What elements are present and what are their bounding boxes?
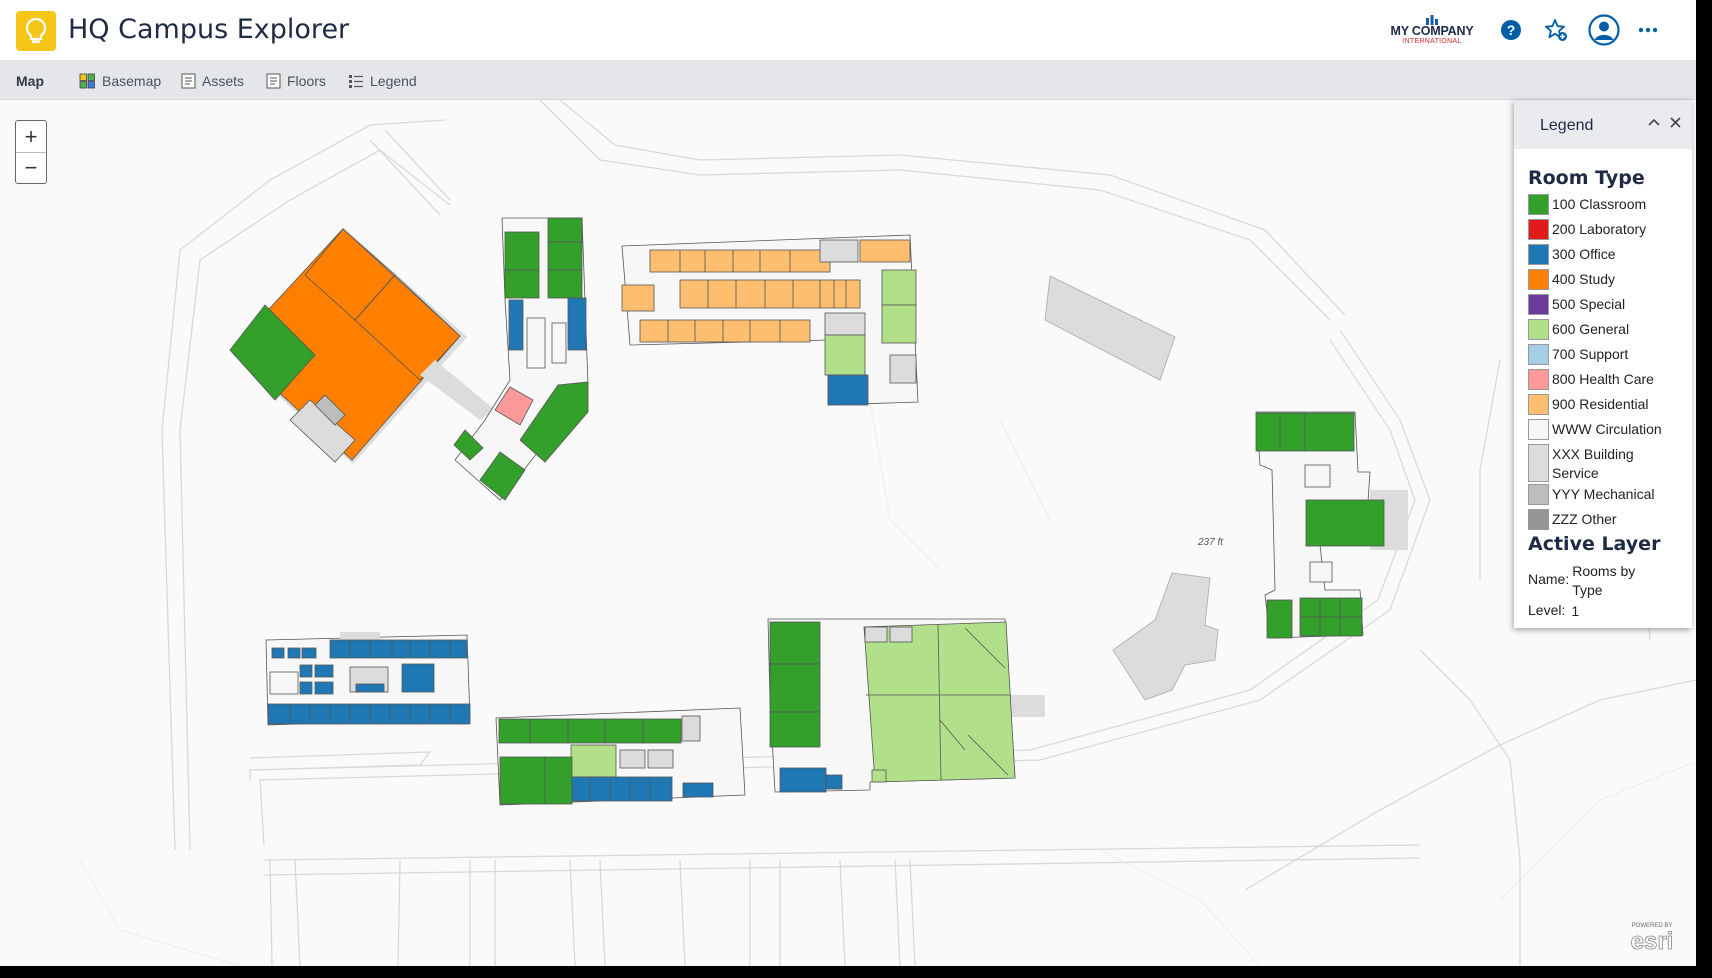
legend-item-label: 700 Support bbox=[1552, 346, 1629, 362]
legend-list-icon bbox=[349, 75, 363, 88]
legend-item: 400 Study bbox=[1528, 269, 1688, 293]
legend-item-label: WWW Circulation bbox=[1552, 421, 1662, 437]
floors-label: Floors bbox=[287, 73, 326, 89]
active-layer-level-key: Level: bbox=[1528, 602, 1566, 618]
zoom-out-button[interactable]: − bbox=[16, 152, 46, 183]
building-d[interactable] bbox=[1044, 275, 1176, 381]
legend-item: 900 Residential bbox=[1528, 394, 1688, 418]
legend-item: 300 Office bbox=[1528, 244, 1688, 268]
legend-swatch bbox=[1528, 484, 1549, 505]
help-icon[interactable]: ? bbox=[1495, 14, 1527, 46]
building-c[interactable] bbox=[621, 234, 919, 406]
legend-panel: Legend Room Type 100 Classroom 200 Labora… bbox=[1514, 100, 1692, 628]
legend-button[interactable]: Legend bbox=[348, 72, 417, 90]
map-toolbar: Map Basemap Assets Floors Legend bbox=[0, 61, 1696, 100]
active-layer-name-row: Name: Rooms by Type bbox=[1528, 562, 1652, 600]
esri-attribution-logo: POWERED BY esri bbox=[1620, 918, 1684, 955]
active-layer-heading: Active Layer bbox=[1528, 533, 1661, 555]
legend-item-label: 200 Laboratory bbox=[1552, 221, 1647, 237]
building-icon bbox=[1426, 15, 1438, 25]
legend-item: 100 Classroom bbox=[1528, 194, 1688, 218]
legend-swatch bbox=[1528, 509, 1549, 530]
collapse-chevron-up-icon[interactable] bbox=[1643, 111, 1665, 133]
room-type-list: 100 Classroom 200 Laboratory 300 Office 400… bbox=[1528, 194, 1688, 534]
active-layer-name-key: Name: bbox=[1528, 571, 1570, 587]
map-scale-label: 237 ft bbox=[1198, 537, 1224, 548]
zoom-in-button[interactable]: + bbox=[16, 121, 46, 152]
legend-item-label: YYY Mechanical bbox=[1552, 486, 1655, 502]
building-i[interactable] bbox=[767, 618, 1045, 793]
legend-swatch bbox=[1528, 194, 1549, 215]
legend-swatch bbox=[1528, 394, 1549, 415]
legend-item: 700 Support bbox=[1528, 344, 1688, 368]
legend-swatch bbox=[1528, 444, 1549, 482]
room-type-heading: Room Type bbox=[1528, 167, 1645, 189]
legend-swatch bbox=[1528, 294, 1549, 315]
legend-swatch bbox=[1528, 344, 1549, 365]
legend-item: WWW Circulation bbox=[1528, 419, 1688, 443]
floors-button[interactable]: Floors bbox=[266, 72, 326, 90]
legend-swatch bbox=[1528, 369, 1549, 390]
basemap-button[interactable]: Basemap bbox=[79, 72, 161, 90]
legend-item: 800 Health Care bbox=[1528, 369, 1688, 393]
legend-item-label: 500 Special bbox=[1552, 296, 1626, 312]
brand-subtitle: INTERNATIONAL bbox=[1402, 38, 1462, 45]
more-options-icon[interactable] bbox=[1632, 14, 1664, 46]
building-g[interactable] bbox=[265, 632, 471, 726]
legend-panel-title: Legend bbox=[1540, 117, 1594, 134]
legend-swatch bbox=[1528, 244, 1549, 265]
assets-button[interactable]: Assets bbox=[181, 72, 244, 90]
legend-item-label: 900 Residential bbox=[1552, 396, 1649, 412]
legend-panel-header: Legend bbox=[1514, 100, 1692, 149]
building-e[interactable] bbox=[1112, 572, 1219, 701]
legend-item-label: 800 Health Care bbox=[1552, 371, 1654, 387]
campus-map[interactable] bbox=[0, 100, 1696, 966]
legend-item: 200 Laboratory bbox=[1528, 219, 1688, 243]
active-layer-level-value: 1 bbox=[1571, 603, 1580, 619]
svg-text:?: ? bbox=[1507, 22, 1516, 38]
legend-item: 500 Special bbox=[1528, 294, 1688, 318]
legend-item: YYY Mechanical bbox=[1528, 484, 1688, 508]
legend-item-label: XXX Building Service bbox=[1552, 446, 1634, 481]
legend-item: XXX Building Service bbox=[1528, 444, 1688, 483]
road-network bbox=[161, 100, 1696, 966]
active-layer-name-value: Rooms by Type bbox=[1572, 563, 1636, 598]
brand-name: MY COMPANY bbox=[1390, 24, 1474, 38]
active-layer-level-row: Level: 1 bbox=[1528, 602, 1648, 621]
legend-item: 600 General bbox=[1528, 319, 1688, 343]
user-avatar-icon[interactable] bbox=[1588, 14, 1620, 46]
app-header: HQ Campus Explorer MY COMPANY INTERNATIO… bbox=[0, 0, 1696, 61]
zoom-control: + − bbox=[15, 120, 47, 184]
building-h[interactable] bbox=[495, 707, 746, 806]
legend-swatch bbox=[1528, 419, 1549, 440]
legend-label: Legend bbox=[370, 73, 417, 89]
favorites-add-icon[interactable] bbox=[1540, 14, 1572, 46]
company-logo: MY COMPANY INTERNATIONAL bbox=[1384, 14, 1480, 48]
legend-item-label: ZZZ Other bbox=[1552, 511, 1617, 527]
building-f[interactable] bbox=[1255, 411, 1408, 639]
legend-swatch bbox=[1528, 319, 1549, 340]
building-b[interactable] bbox=[453, 217, 589, 501]
app-window: HQ Campus Explorer MY COMPANY INTERNATIO… bbox=[0, 0, 1696, 966]
assets-label: Assets bbox=[202, 73, 245, 89]
list-document-icon bbox=[181, 73, 196, 89]
floors-document-icon bbox=[266, 73, 281, 89]
legend-swatch bbox=[1528, 269, 1549, 290]
close-icon[interactable] bbox=[1664, 111, 1686, 133]
legend-item-label: 300 Office bbox=[1552, 246, 1616, 262]
legend-item: ZZZ Other bbox=[1528, 509, 1688, 533]
legend-item-label: 100 Classroom bbox=[1552, 196, 1647, 212]
building-a[interactable] bbox=[229, 227, 495, 464]
basemap-label: Basemap bbox=[102, 73, 162, 89]
basemap-icon bbox=[79, 73, 95, 89]
lightbulb-icon[interactable] bbox=[16, 11, 56, 51]
legend-item-label: 600 General bbox=[1552, 321, 1630, 337]
toolbar-section-title: Map bbox=[16, 73, 44, 89]
svg-text:esri: esri bbox=[1631, 928, 1674, 954]
legend-swatch bbox=[1528, 219, 1549, 240]
legend-item-label: 400 Study bbox=[1552, 271, 1616, 287]
map-view[interactable]: + − 237 ft POWERED BY esri bbox=[0, 100, 1696, 966]
app-title: HQ Campus Explorer bbox=[68, 14, 350, 45]
